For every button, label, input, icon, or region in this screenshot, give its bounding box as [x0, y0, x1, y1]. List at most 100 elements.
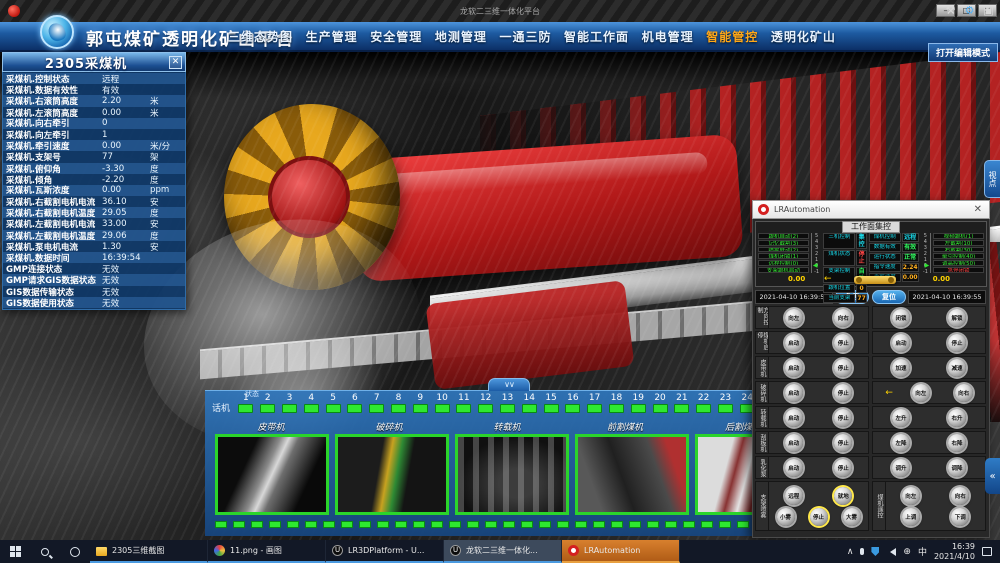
- round-button[interactable]: 大雾: [843, 508, 861, 526]
- taskbar-clock[interactable]: 16:39 2021/4/10: [934, 542, 975, 561]
- round-button[interactable]: 向左: [785, 309, 803, 327]
- round-button[interactable]: 向右: [834, 309, 852, 327]
- menu-item-8[interactable]: 透明化矿山: [771, 28, 836, 45]
- menu-item-7[interactable]: 智能管控: [706, 28, 758, 45]
- speaker-icon[interactable]: [886, 548, 896, 556]
- menu-item-5[interactable]: 智能工作面: [564, 28, 629, 45]
- camera-thumbnail-2[interactable]: [455, 434, 569, 515]
- round-button[interactable]: 停止: [810, 508, 828, 526]
- wrench-icon[interactable]: ⚒: [943, 3, 958, 18]
- microphone-icon[interactable]: [860, 548, 864, 555]
- camera-thumbnail-1[interactable]: [335, 434, 449, 515]
- open-edit-mode-button[interactable]: 打开编辑模式: [928, 43, 998, 62]
- round-button[interactable]: 停止: [834, 409, 852, 427]
- menu-item-2[interactable]: 安全管理: [370, 28, 422, 45]
- round-button[interactable]: 启动: [785, 384, 803, 402]
- menu-item-3[interactable]: 地测管理: [435, 28, 487, 45]
- round-button[interactable]: 小雾: [777, 508, 795, 526]
- round-button[interactable]: 向右: [955, 384, 973, 402]
- round-button[interactable]: 远程: [785, 487, 803, 505]
- round-button[interactable]: 左降: [892, 434, 910, 452]
- round-button[interactable]: 向左: [902, 487, 920, 505]
- menu-item-1[interactable]: 生产管理: [306, 28, 358, 45]
- round-button[interactable]: 调降: [948, 459, 966, 477]
- row-label: 采煤机.俯仰角: [6, 163, 102, 175]
- network-icon[interactable]: ⊕: [903, 547, 911, 557]
- indicator-lamp[interactable]: 远程控制(0): [758, 260, 809, 266]
- taskbar-app-3[interactable]: U龙软二三维一体化...: [444, 540, 562, 563]
- round-button[interactable]: 停止: [834, 334, 852, 352]
- control-row-label: 破碎机: [756, 382, 769, 403]
- round-button[interactable]: 向左: [912, 384, 930, 402]
- round-button[interactable]: 启动: [785, 334, 803, 352]
- round-button[interactable]: 启动: [892, 334, 910, 352]
- status-row: 煤机控制远程: [869, 233, 919, 242]
- fullscreen-icon[interactable]: ▣: [981, 3, 996, 18]
- round-button[interactable]: 左升: [892, 409, 910, 427]
- start-button[interactable]: [0, 540, 30, 563]
- row-unit: 度: [150, 207, 182, 219]
- search-button[interactable]: [30, 540, 60, 563]
- row-value: 29.05: [102, 208, 150, 218]
- round-button[interactable]: 上调: [902, 508, 920, 526]
- table-row: 采煤机.右滚筒高度2.20米: [3, 95, 185, 106]
- round-button[interactable]: 启动: [785, 459, 803, 477]
- status-dash: [359, 521, 371, 528]
- panel-collapse-chevron-icon[interactable]: «: [985, 458, 1000, 494]
- channel-indicator: 10: [431, 393, 453, 413]
- bottom-panel-collapse-tab[interactable]: ∨∨: [488, 378, 530, 391]
- round-button[interactable]: 就地: [834, 487, 852, 505]
- round-button[interactable]: 下调: [951, 508, 969, 526]
- indicator-lamp[interactable]: 调高控制(50): [933, 260, 984, 266]
- round-button[interactable]: 停止: [948, 334, 966, 352]
- menu-item-0[interactable]: 三维态势图: [228, 28, 293, 45]
- taskbar-app-4[interactable]: LRAutomation: [562, 540, 680, 563]
- status-value: 停止: [856, 250, 866, 266]
- indicator-lamp[interactable]: 左截割(10): [933, 240, 984, 246]
- round-button[interactable]: 右升: [948, 409, 966, 427]
- round-button[interactable]: 减速: [948, 359, 966, 377]
- viewpoint-tab[interactable]: 视点: [984, 160, 1000, 198]
- indicator-lamp[interactable]: 跟机自动(2): [758, 233, 809, 239]
- round-button[interactable]: 启动: [785, 359, 803, 377]
- channel-status-light: [565, 404, 580, 413]
- cortana-button[interactable]: [60, 540, 90, 563]
- round-button[interactable]: 加速: [892, 359, 910, 377]
- indicator-lamp[interactable]: 牵引控制(40): [933, 253, 984, 259]
- gear-icon[interactable]: ⚙: [962, 3, 977, 18]
- panel-close-icon[interactable]: ✕: [169, 56, 182, 69]
- taskbar-app-0[interactable]: 2305三维截图: [90, 540, 208, 563]
- indicator-lamp[interactable]: 煤机闭锁(1): [758, 253, 809, 259]
- round-button[interactable]: 停止: [834, 384, 852, 402]
- taskbar-app-1[interactable]: 11.png - 画图: [208, 540, 326, 563]
- round-button[interactable]: 右降: [948, 434, 966, 452]
- indicator-lamp[interactable]: 记忆截割(3): [758, 240, 809, 246]
- round-button[interactable]: 停止: [834, 459, 852, 477]
- round-button[interactable]: 向右: [951, 487, 969, 505]
- round-button[interactable]: 停止: [834, 434, 852, 452]
- ime-language-indicator[interactable]: 中: [918, 545, 927, 558]
- tray-chevron-up-icon[interactable]: ∧: [847, 547, 854, 557]
- round-button[interactable]: 停止: [834, 359, 852, 377]
- notification-center-icon[interactable]: [982, 547, 992, 556]
- status-dash: [557, 521, 569, 528]
- indicator-lamp[interactable]: 右截割(30): [933, 247, 984, 253]
- menu-item-4[interactable]: 一通三防: [499, 28, 551, 45]
- round-button[interactable]: 解锁: [948, 309, 966, 327]
- indicator-lamp[interactable]: 支架跟机启动: [758, 267, 809, 273]
- indicator-lamp[interactable]: 急停闭锁: [933, 267, 984, 273]
- menu-item-6[interactable]: 机电管理: [642, 28, 694, 45]
- camera-thumbnail-0[interactable]: [215, 434, 329, 515]
- camera-thumbnail-3[interactable]: [575, 434, 689, 515]
- round-button[interactable]: 启动: [785, 409, 803, 427]
- indicator-lamp[interactable]: 视频跟机(1): [933, 233, 984, 239]
- lrautomation-close-icon[interactable]: ✕: [972, 204, 984, 215]
- round-button[interactable]: 调升: [892, 459, 910, 477]
- group-top-button[interactable]: 复位: [872, 290, 906, 304]
- taskbar-app-2[interactable]: ULR3DPlatform - U...: [326, 540, 444, 563]
- round-button[interactable]: 闭锁: [892, 309, 910, 327]
- lrautomation-titlebar[interactable]: LRAutomation ✕: [752, 200, 990, 219]
- indicator-lamp[interactable]: 喷雾联动(2): [758, 247, 809, 253]
- round-button[interactable]: 启动: [785, 434, 803, 452]
- security-shield-icon[interactable]: [871, 547, 879, 556]
